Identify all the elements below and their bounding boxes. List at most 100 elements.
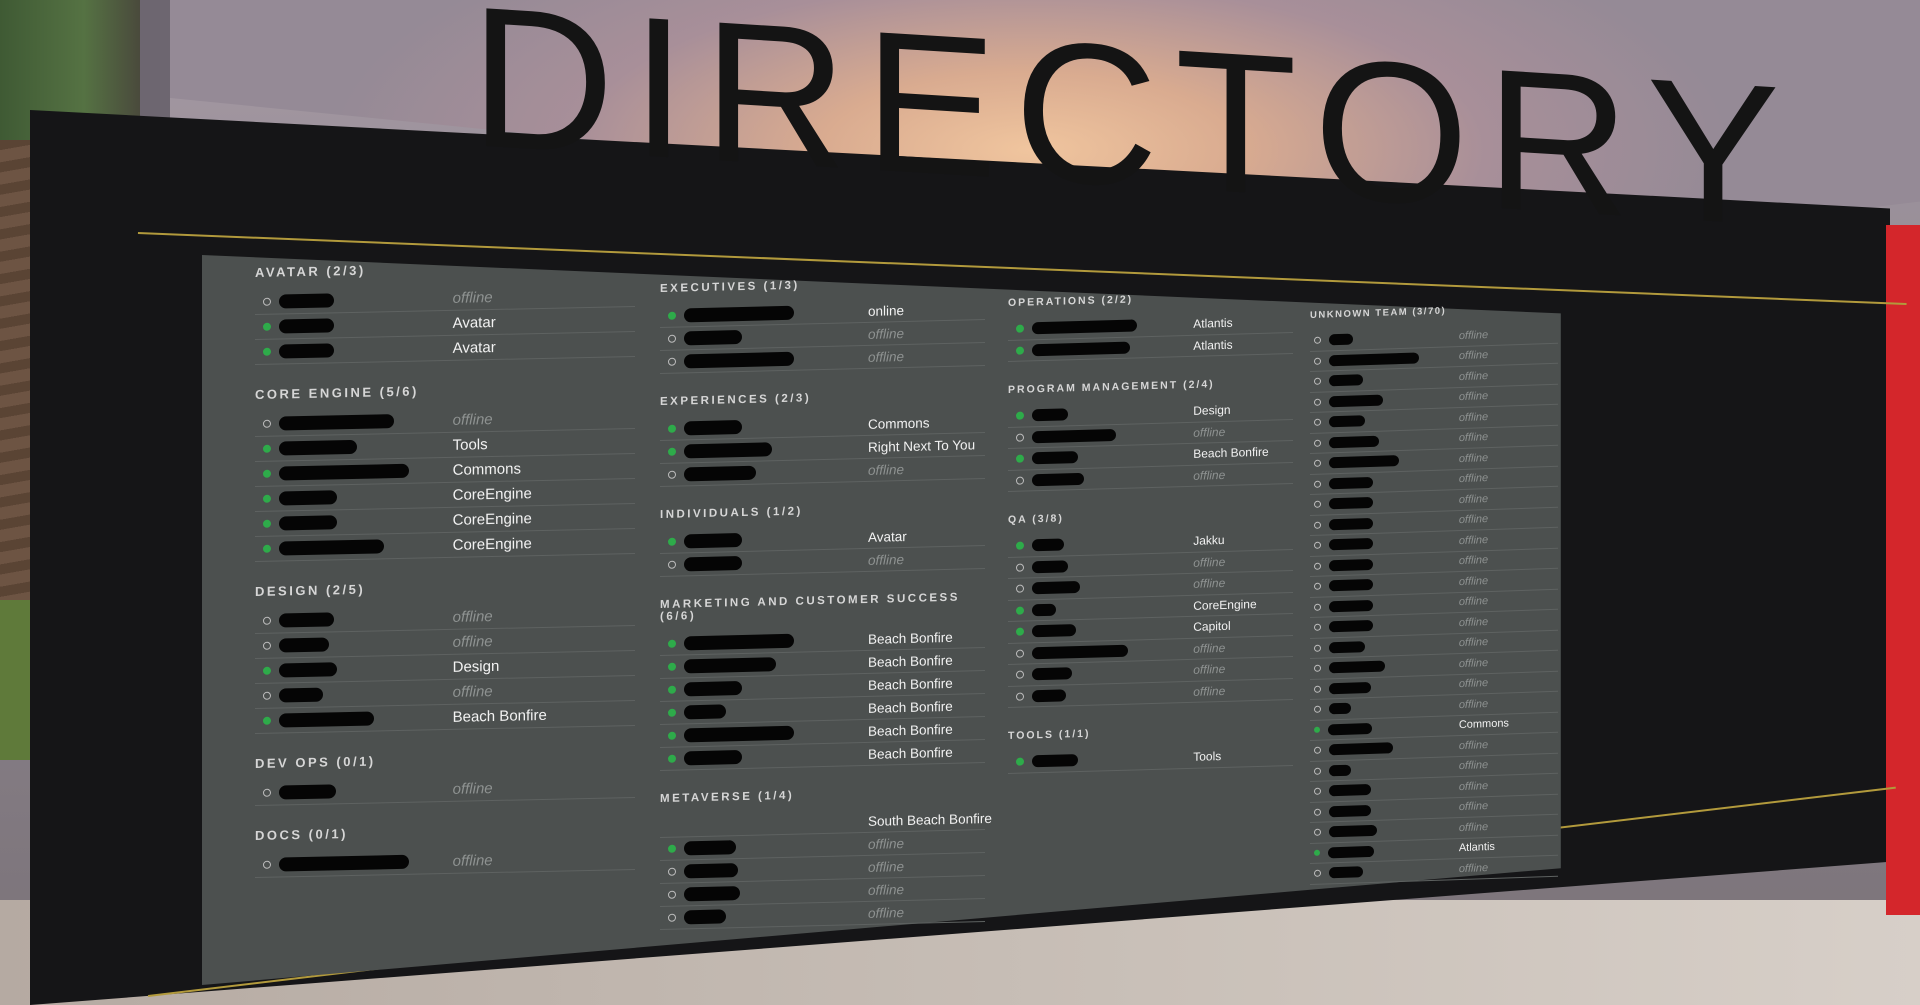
redacted-name bbox=[1032, 667, 1072, 681]
offline-status-icon bbox=[1314, 767, 1321, 775]
member-location: Beach Bonfire bbox=[1193, 444, 1269, 462]
offline-status-icon bbox=[1016, 649, 1024, 658]
member-location: CoreEngine bbox=[1193, 596, 1257, 613]
team-group: CORE ENGINE (5/6) offline Tools Commons Core… bbox=[255, 379, 635, 562]
redacted-name bbox=[684, 725, 794, 743]
redacted-name bbox=[279, 784, 336, 800]
online-status-icon bbox=[668, 754, 676, 763]
member-location: offline bbox=[1458, 656, 1489, 670]
member-location: offline bbox=[1458, 472, 1489, 486]
member-location: offline bbox=[1193, 662, 1226, 678]
member-location: offline bbox=[1458, 759, 1489, 773]
offline-status-icon bbox=[1314, 377, 1321, 386]
redacted-name bbox=[279, 414, 394, 431]
offline-status-icon bbox=[668, 890, 676, 899]
redacted-name bbox=[684, 909, 726, 925]
member-location: offline bbox=[1458, 800, 1489, 814]
member-location: offline bbox=[1193, 467, 1226, 483]
redacted-name bbox=[1329, 455, 1399, 469]
member-location: Avatar bbox=[452, 313, 496, 332]
team-group: INDIVIDUALS (1/2) Avatar offline bbox=[660, 501, 985, 577]
redacted-name bbox=[684, 351, 794, 369]
redacted-name bbox=[684, 329, 742, 346]
member-location: offline bbox=[1458, 492, 1489, 506]
member-location: CoreEngine bbox=[452, 509, 532, 529]
redacted-name bbox=[1032, 472, 1084, 487]
offline-status-icon bbox=[1314, 582, 1321, 591]
offline-status-icon bbox=[1016, 563, 1024, 572]
member-row[interactable]: offline bbox=[255, 845, 635, 878]
member-location: Avatar bbox=[452, 338, 496, 357]
member-row[interactable]: Tools bbox=[1008, 744, 1293, 774]
redacted-name bbox=[1032, 689, 1066, 703]
member-location: offline bbox=[1458, 779, 1489, 793]
redacted-name bbox=[1329, 558, 1373, 572]
member-location: offline bbox=[1458, 431, 1489, 445]
redacted-name bbox=[1329, 702, 1351, 715]
redacted-name bbox=[684, 749, 742, 766]
redacted-name bbox=[279, 490, 337, 506]
redacted-name bbox=[684, 633, 794, 651]
online-status-icon bbox=[668, 639, 676, 648]
team-heading: DESIGN (2/5) bbox=[255, 581, 366, 599]
redacted-name bbox=[1329, 784, 1371, 797]
offline-status-icon bbox=[668, 867, 676, 876]
team-group: QA (3/8) Jakku offline offline CoreEngine Cap… bbox=[1008, 506, 1293, 708]
online-status-icon bbox=[1016, 411, 1024, 421]
online-status-icon bbox=[263, 716, 271, 725]
offline-status-icon bbox=[1314, 869, 1321, 878]
team-group: METAVERSE (1/4) South Beach Bonfire offlin… bbox=[660, 785, 992, 930]
redacted-name bbox=[1329, 866, 1363, 879]
member-location: Beach Bonfire bbox=[868, 629, 953, 647]
sign-letter: O bbox=[1313, 16, 1470, 250]
member-location: Beach Bonfire bbox=[868, 675, 953, 693]
member-location: offline bbox=[868, 461, 905, 478]
offline-status-icon bbox=[263, 641, 271, 650]
member-location: offline bbox=[1193, 424, 1226, 440]
member-location: Beach Bonfire bbox=[868, 698, 953, 716]
member-location: offline bbox=[452, 607, 493, 626]
redacted-name bbox=[684, 532, 742, 549]
member-location: offline bbox=[1458, 738, 1489, 752]
team-group: EXPERIENCES (2/3) Commons Right Next To Yo… bbox=[660, 388, 985, 487]
redacted-name bbox=[1329, 517, 1373, 531]
redacted-name bbox=[1032, 451, 1078, 465]
member-location: Design bbox=[452, 657, 500, 676]
member-location: offline bbox=[868, 881, 905, 898]
member-location: offline bbox=[868, 858, 905, 875]
online-status-icon bbox=[263, 444, 271, 453]
member-location: offline bbox=[1193, 576, 1226, 592]
offline-status-icon bbox=[1314, 500, 1321, 509]
member-location: offline bbox=[1193, 640, 1226, 656]
redacted-name bbox=[279, 612, 334, 628]
member-row[interactable]: offline bbox=[255, 773, 635, 806]
redacted-name bbox=[1329, 825, 1377, 838]
online-status-icon bbox=[1016, 346, 1024, 355]
member-location: Right Next To You bbox=[868, 436, 976, 455]
online-status-icon bbox=[263, 494, 271, 503]
support-beam bbox=[140, 0, 170, 120]
redacted-name bbox=[279, 343, 334, 359]
online-status-icon bbox=[1016, 627, 1024, 637]
redacted-name bbox=[684, 305, 794, 323]
member-location: offline bbox=[1458, 595, 1489, 609]
member-location: offline bbox=[452, 288, 493, 307]
redacted-name bbox=[1329, 620, 1373, 633]
online-status-icon bbox=[263, 469, 271, 478]
redacted-name bbox=[1329, 681, 1371, 695]
member-location: offline bbox=[452, 632, 493, 651]
team-heading: DOCS (0/1) bbox=[255, 826, 348, 843]
online-status-icon bbox=[1016, 757, 1024, 767]
online-status-icon bbox=[668, 708, 676, 717]
directory-column-1: AVATAR (2/3) offline Avatar Avatar CORE ENGI… bbox=[255, 257, 635, 900]
offline-status-icon bbox=[263, 788, 271, 797]
member-location: Avatar bbox=[868, 528, 907, 545]
sign-letter: D bbox=[470, 0, 615, 197]
online-status-icon bbox=[263, 544, 271, 553]
member-location: Capitol bbox=[1193, 619, 1231, 635]
team-group: OPERATIONS (2/2) Atlantis Atlantis bbox=[1008, 289, 1293, 362]
member-location: Beach Bonfire bbox=[868, 652, 953, 670]
directory-column-3: OPERATIONS (2/2) Atlantis Atlantis PROGRAM … bbox=[1008, 289, 1293, 795]
online-status-icon bbox=[1016, 454, 1024, 464]
redacted-name bbox=[1032, 754, 1078, 768]
